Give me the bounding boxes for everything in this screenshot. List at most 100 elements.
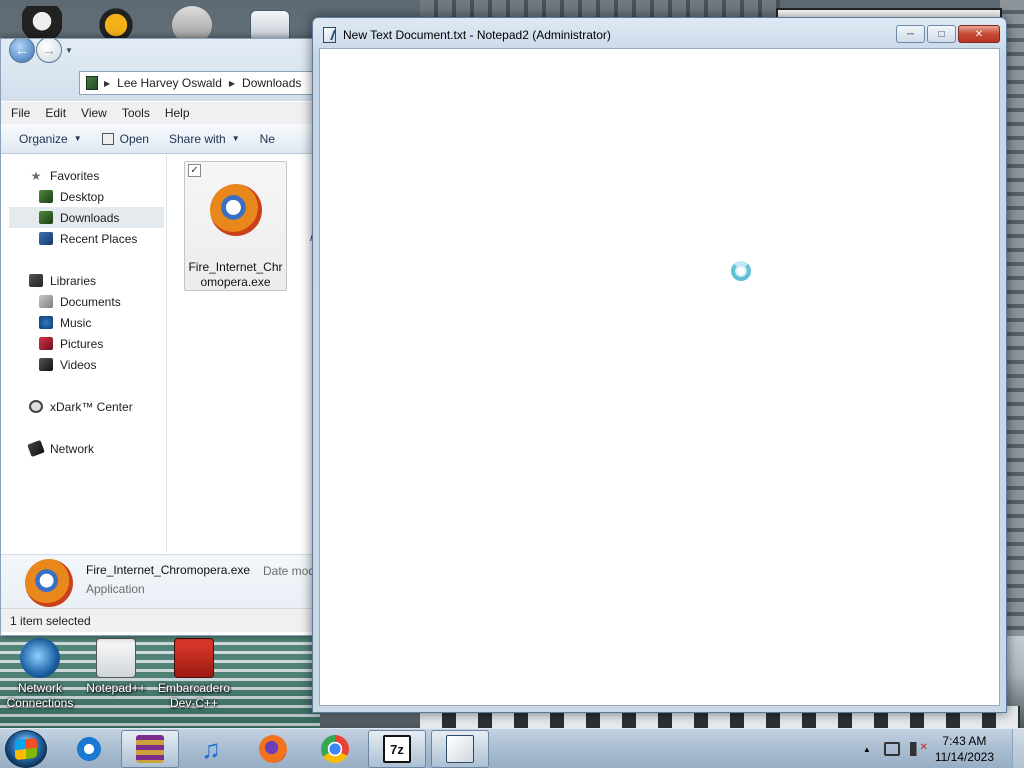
organize-button[interactable]: Organize ▼ <box>19 132 82 146</box>
taskbar-itunes[interactable]: ♫ <box>182 730 240 768</box>
breadcrumb-item[interactable]: Lee Harvey Oswald <box>117 76 222 90</box>
menu-edit[interactable]: Edit <box>45 106 66 120</box>
address-bar[interactable]: ▶ Lee Harvey Oswald ▶ Downloads <box>79 71 316 95</box>
breadcrumb-item[interactable]: Downloads <box>242 76 301 90</box>
show-hidden-icons-button[interactable]: ▲ <box>863 745 871 754</box>
file-name: Fire_Internet_Chr omopera.exe <box>188 260 283 289</box>
item-checkbox[interactable]: ✓ <box>188 164 201 177</box>
nav-videos[interactable]: Videos <box>1 354 166 375</box>
chevron-right-icon[interactable]: ▶ <box>104 79 110 88</box>
recent-pages-dropdown[interactable]: ▼ <box>65 46 73 55</box>
music-icon <box>39 316 53 329</box>
clock[interactable]: 7:43 AM 11/14/2023 <box>935 733 994 765</box>
menu-view[interactable]: View <box>81 106 107 120</box>
notepad2-icon[interactable] <box>323 27 336 43</box>
new-folder-button[interactable]: Ne <box>260 132 275 146</box>
menu-bar: File Edit View Tools Help <box>1 102 316 124</box>
start-button[interactable] <box>5 730 47 768</box>
close-button[interactable]: ✕ <box>958 25 1000 43</box>
nav-documents[interactable]: Documents <box>1 291 166 312</box>
desktop-icon-label: Embarcadero <box>157 681 231 695</box>
nav-recent-places[interactable]: Recent Places <box>1 228 166 249</box>
winrar-icon <box>136 735 164 763</box>
explorer-nav-buttons: ← → ▼ <box>9 39 77 63</box>
downloads-icon <box>39 211 53 224</box>
notepad-plus-plus-icon <box>96 638 136 678</box>
nav-label: Videos <box>60 357 97 372</box>
desktop-icon-label: Network <box>17 681 62 695</box>
desktop-icon-dev-cpp[interactable]: Embarcadero Dev-C++ <box>152 638 236 711</box>
seven-zip-icon: 7z <box>383 735 411 763</box>
nav-label: Network <box>50 441 95 456</box>
forward-button[interactable]: → <box>36 39 62 63</box>
nav-xdark-center[interactable]: xDark™ Center <box>1 396 166 417</box>
show-desktop-button[interactable] <box>1012 729 1024 768</box>
desktop-icon-network-connections[interactable]: Network Connections <box>0 638 82 711</box>
nav-label: xDark™ Center <box>50 399 133 414</box>
nav-label: Music <box>60 315 92 330</box>
nav-label: Pictures <box>60 336 104 351</box>
taskbar-7zip[interactable]: 7z <box>368 730 426 768</box>
share-with-button[interactable]: Share with ▼ <box>169 132 240 146</box>
nav-libraries[interactable]: Libraries <box>1 270 166 291</box>
taskbar-internet-explorer[interactable] <box>60 730 118 768</box>
network-globe-icon <box>20 638 60 678</box>
network-tray-icon[interactable] <box>883 742 900 756</box>
pictures-icon <box>39 337 53 350</box>
fire-browser-icon <box>210 184 262 236</box>
fire-browser-icon <box>25 559 73 607</box>
music-note-icon: ♫ <box>201 733 221 764</box>
editor-area[interactable] <box>319 48 1000 706</box>
menu-file[interactable]: File <box>11 106 30 120</box>
nav-label: Recent Places <box>60 231 138 246</box>
details-file-name: Fire_Internet_Chromopera.exe <box>86 563 251 577</box>
windows-logo-icon <box>15 737 37 761</box>
details-date-modified-label: Date mod <box>263 564 316 578</box>
taskbar-notepad2[interactable] <box>431 730 489 768</box>
desktop-icon-label: Connections <box>6 696 74 710</box>
caret-down-icon: ▼ <box>73 134 82 143</box>
clock-time: 7:43 AM <box>942 734 987 748</box>
window-title: New Text Document.txt - Notepad2 (Admini… <box>343 28 611 42</box>
desktop-icon-label: Dev-C++ <box>169 696 219 710</box>
explorer-window: ← → ▼ ▶ Lee Harvey Oswald ▶ Downloads Fi… <box>0 38 316 636</box>
system-tray: ▲ ✕ 7:43 AM 11/14/2023 <box>863 729 1012 768</box>
folder-icon <box>86 76 98 90</box>
details-pane: Fire_Internet_Chromopera.exe Date mod Ap… <box>1 554 316 608</box>
menu-help[interactable]: Help <box>165 106 190 120</box>
desktop-icon <box>39 190 53 203</box>
documents-icon <box>39 295 53 308</box>
open-icon <box>101 132 114 145</box>
volume-muted-icon[interactable]: ✕ <box>909 742 928 756</box>
taskbar: ♫ 7z ▲ ✕ 7:43 AM 11/14/2023 <box>0 728 1024 768</box>
taskbar-winrar[interactable] <box>121 730 179 768</box>
nav-music[interactable]: Music <box>1 312 166 333</box>
desktop-icon-notepad-plus-plus[interactable]: Notepad++ <box>74 638 158 696</box>
taskbar-firefox[interactable] <box>244 730 302 768</box>
file-item[interactable]: ✓ Fire_Internet_Chr omopera.exe <box>184 161 287 291</box>
desktop-icon-label: Notepad++ <box>86 681 146 695</box>
videos-icon <box>39 358 53 371</box>
nav-network[interactable]: Network <box>1 438 166 459</box>
maximize-button[interactable]: □ <box>927 25 956 43</box>
share-with-label: Share with <box>168 131 226 146</box>
taskbar-chrome[interactable] <box>306 730 364 768</box>
status-bar: 1 item selected <box>1 608 316 632</box>
chevron-right-icon[interactable]: ▶ <box>229 79 235 88</box>
open-button[interactable]: Open <box>101 131 149 146</box>
nav-label: Desktop <box>60 189 105 204</box>
clock-date: 11/14/2023 <box>934 750 994 764</box>
back-button[interactable]: ← <box>9 39 35 63</box>
nav-downloads[interactable]: Downloads <box>9 207 164 228</box>
nav-desktop[interactable]: Desktop <box>1 186 166 207</box>
window-controls: ─ □ ✕ <box>894 25 1000 43</box>
star-icon: ★ <box>30 168 42 183</box>
nav-label: Favorites <box>50 168 100 183</box>
nav-pictures[interactable]: Pictures <box>1 333 166 354</box>
network-icon <box>27 439 45 458</box>
open-label: Open <box>119 131 149 146</box>
minimize-button[interactable]: ─ <box>896 25 925 43</box>
nav-favorites[interactable]: ★ Favorites <box>1 165 166 186</box>
notepad2-window: New Text Document.txt - Notepad2 (Admini… <box>312 17 1007 713</box>
menu-tools[interactable]: Tools <box>122 106 150 120</box>
